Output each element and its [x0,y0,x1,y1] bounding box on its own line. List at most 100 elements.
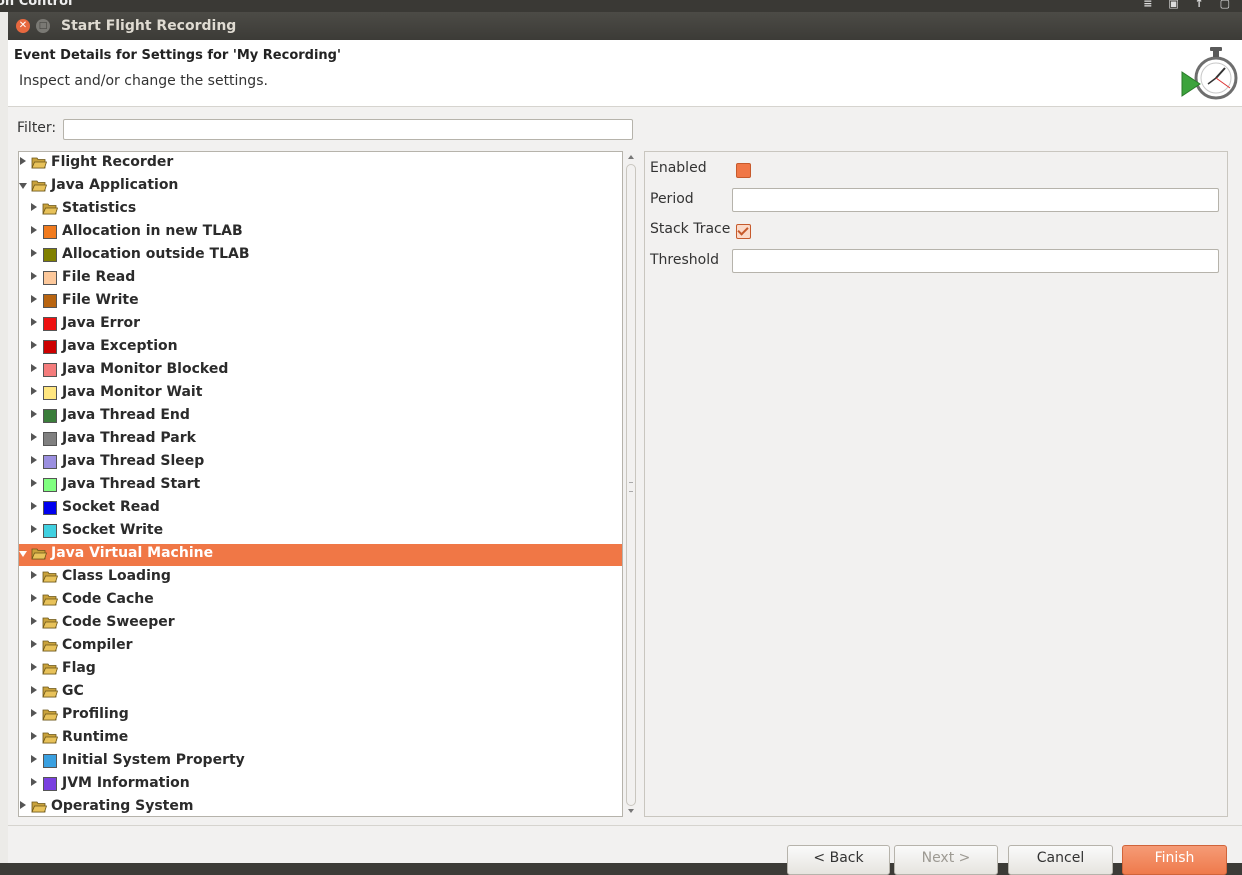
expand-arrow-icon[interactable] [31,571,37,579]
tree-folder-row[interactable]: Code Sweeper [19,613,622,635]
filter-input[interactable] [63,119,633,140]
collapse-arrow-icon[interactable] [19,183,27,189]
tree-folder-row[interactable]: Compiler [19,636,622,658]
back-button[interactable]: < Back [787,845,890,875]
collapse-arrow-icon[interactable] [19,551,27,557]
expand-arrow-icon[interactable] [31,249,37,257]
expand-arrow-icon[interactable] [31,525,37,533]
scroll-down-icon[interactable] [628,809,634,813]
expand-arrow-icon[interactable] [31,226,37,234]
dialog-title-bar[interactable]: ✕ □ Start Flight Recording [8,12,1242,40]
event-properties-panel: Enabled Period Stack Trace Threshold [644,151,1228,817]
maximize-window-icon[interactable]: □ [36,19,50,33]
expand-arrow-icon[interactable] [31,778,37,786]
tree-folder-row[interactable]: Flight Recorder [19,153,622,175]
tree-item-label: Allocation outside TLAB [62,246,250,262]
tree-event-row[interactable]: Socket Write [19,521,622,543]
close-window-icon[interactable]: ✕ [16,19,30,33]
system-tray-icons[interactable]: ≡ ▣ ↑ ▢ [1143,0,1236,10]
tree-item-label: Statistics [62,200,137,216]
tree-item-label: Class Loading [62,568,171,584]
tree-folder-row[interactable]: Flag [19,659,622,681]
expand-arrow-icon[interactable] [31,755,37,763]
event-tree[interactable]: Flight Recorder Java Application Statistic… [18,151,623,817]
expand-arrow-icon[interactable] [31,203,37,211]
tree-event-row[interactable]: File Write [19,291,622,313]
folder-open-icon [42,571,58,583]
expand-arrow-icon[interactable] [31,732,37,740]
cancel-button[interactable]: Cancel [1008,845,1113,875]
expand-arrow-icon[interactable] [31,318,37,326]
tree-event-row[interactable]: Java Exception [19,337,622,359]
expand-arrow-icon[interactable] [31,479,37,487]
tree-folder-row[interactable]: Profiling [19,705,622,727]
tree-event-row[interactable]: Java Thread Park [19,429,622,451]
folder-open-icon [31,548,47,560]
expand-arrow-icon[interactable] [31,387,37,395]
expand-arrow-icon[interactable] [31,410,37,418]
threshold-field[interactable] [732,249,1219,273]
tree-folder-row[interactable]: Runtime [19,728,622,750]
event-color-swatch [43,248,57,262]
tree-folder-row[interactable]: Java Application [19,176,622,198]
tree-event-row[interactable]: JVM Information [19,774,622,796]
tree-item-label: Runtime [62,729,129,745]
event-color-swatch [43,340,57,354]
tree-item-label: Java Exception [62,338,178,354]
expand-arrow-icon[interactable] [31,663,37,671]
expand-arrow-icon[interactable] [31,594,37,602]
expand-arrow-icon[interactable] [20,157,26,165]
tree-item-label: Java Virtual Machine [51,545,214,561]
expand-arrow-icon[interactable] [31,364,37,372]
expand-arrow-icon[interactable] [31,295,37,303]
stack-trace-label: Stack Trace [650,221,731,237]
stack-trace-checkbox[interactable] [736,224,751,239]
tree-event-row[interactable]: Java Thread Sleep [19,452,622,474]
tree-event-row[interactable]: Java Error [19,314,622,336]
tree-folder-row[interactable]: Statistics [19,199,622,221]
expand-arrow-icon[interactable] [31,640,37,648]
tree-event-row[interactable]: Java Monitor Wait [19,383,622,405]
tree-event-row[interactable]: Socket Read [19,498,622,520]
expand-arrow-icon[interactable] [31,456,37,464]
tree-event-row[interactable]: Java Thread Start [19,475,622,497]
tree-event-row[interactable]: Allocation outside TLAB [19,245,622,267]
tree-item-label: File Read [62,269,136,285]
wizard-content: Filter: Flight Recorder Java Application S… [8,107,1242,875]
expand-arrow-icon[interactable] [31,686,37,694]
tree-folder-row[interactable]: Operating System [19,797,622,816]
expand-arrow-icon[interactable] [31,272,37,280]
tree-event-row[interactable]: Allocation in new TLAB [19,222,622,244]
expand-arrow-icon[interactable] [31,433,37,441]
tree-item-label: Allocation in new TLAB [62,223,243,239]
tree-item-label: Code Sweeper [62,614,175,630]
tree-event-row[interactable]: File Read [19,268,622,290]
expand-arrow-icon[interactable] [31,502,37,510]
scroll-up-icon[interactable] [628,155,634,159]
tree-scrollbar[interactable] [625,152,637,816]
tree-item-label: Flight Recorder [51,154,174,170]
expand-arrow-icon[interactable] [31,709,37,717]
expand-arrow-icon[interactable] [20,801,26,809]
tree-event-row[interactable]: Java Monitor Blocked [19,360,622,382]
folder-open-icon [42,732,58,744]
folder-open-icon [42,663,58,675]
next-button[interactable]: Next > [894,845,998,875]
tree-item-label: Java Thread Sleep [62,453,205,469]
tree-event-row[interactable]: Initial System Property [19,751,622,773]
folder-open-icon [31,180,47,192]
tree-item-label: Initial System Property [62,752,245,768]
enabled-checkbox[interactable] [736,163,751,178]
tree-item-label: Code Cache [62,591,154,607]
tree-event-row[interactable]: Java Thread End [19,406,622,428]
period-field[interactable] [732,188,1219,212]
expand-arrow-icon[interactable] [31,341,37,349]
finish-button[interactable]: Finish [1122,845,1227,875]
tree-folder-row[interactable]: Java Virtual Machine [19,544,622,566]
event-color-swatch [43,386,57,400]
tree-folder-row[interactable]: GC [19,682,622,704]
event-color-swatch [43,409,57,423]
tree-folder-row[interactable]: Class Loading [19,567,622,589]
tree-folder-row[interactable]: Code Cache [19,590,622,612]
expand-arrow-icon[interactable] [31,617,37,625]
